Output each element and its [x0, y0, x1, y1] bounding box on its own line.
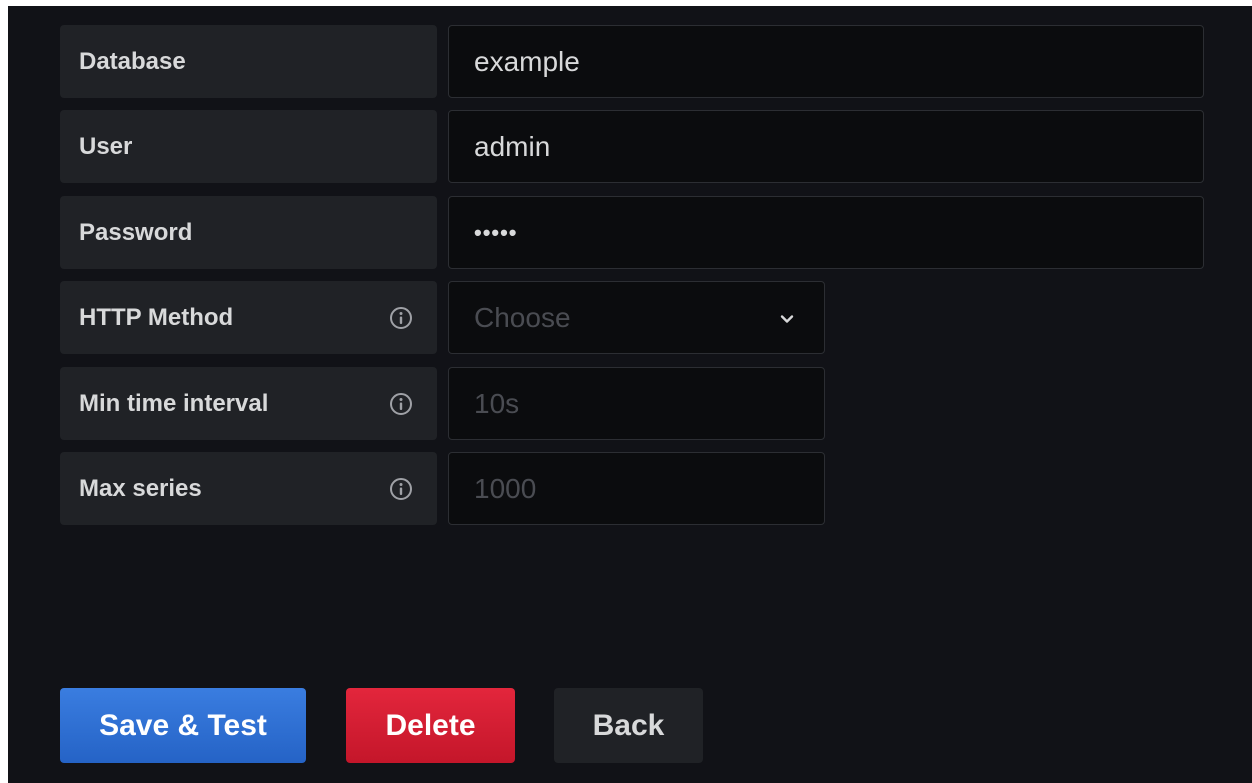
save-test-button[interactable]: Save & Test [60, 688, 306, 763]
info-icon[interactable] [388, 476, 414, 502]
info-icon[interactable] [388, 305, 414, 331]
password-label-box: Password [60, 196, 437, 269]
password-label: Password [79, 218, 193, 246]
chevron-down-icon [780, 315, 794, 323]
database-input[interactable]: example [448, 25, 1204, 98]
password-value: ••••• [474, 219, 518, 245]
user-value: admin [474, 130, 551, 162]
min-time-interval-label: Min time interval [79, 389, 269, 417]
database-label: Database [79, 47, 186, 75]
http-method-placeholder: Choose [474, 301, 571, 333]
http-method-label-box: HTTP Method [60, 281, 437, 354]
user-label-box: User [60, 110, 437, 183]
max-series-input[interactable]: 1000 [448, 452, 825, 525]
info-icon[interactable] [388, 391, 414, 417]
max-series-placeholder: 1000 [474, 472, 537, 504]
http-method-select[interactable]: Choose [448, 281, 825, 354]
delete-button[interactable]: Delete [346, 688, 515, 763]
http-method-label: HTTP Method [79, 303, 234, 331]
database-label-box: Database [60, 25, 437, 98]
password-input[interactable]: ••••• [448, 196, 1204, 269]
back-button[interactable]: Back [554, 688, 703, 763]
min-time-interval-label-box: Min time interval [60, 367, 437, 440]
user-label: User [79, 132, 133, 160]
max-series-label-box: Max series [60, 452, 437, 525]
min-time-interval-placeholder: 10s [474, 387, 520, 419]
user-input[interactable]: admin [448, 110, 1204, 183]
max-series-label: Max series [79, 474, 202, 502]
min-time-interval-input[interactable]: 10s [448, 367, 825, 440]
database-value: example [474, 45, 580, 77]
